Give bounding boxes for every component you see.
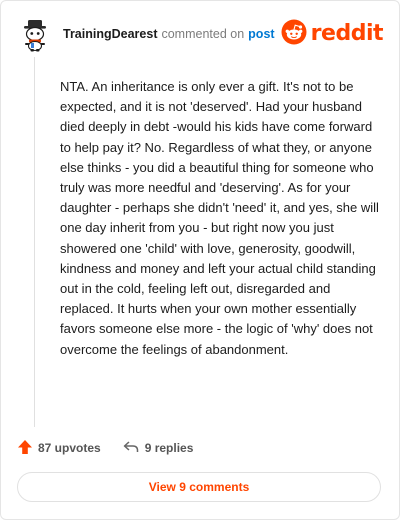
- reddit-logo-icon: [281, 19, 307, 50]
- reddit-brand[interactable]: reddit: [281, 19, 384, 50]
- comment-card: TrainingDearest commented on post reddit: [0, 0, 400, 520]
- comment-actions: 87 upvotes 9 replies: [17, 437, 383, 459]
- post-link[interactable]: post: [248, 27, 274, 41]
- commented-on-text: commented on: [161, 27, 245, 41]
- upvote-button[interactable]: 87 upvotes: [17, 439, 101, 458]
- view-comments-button[interactable]: View 9 comments: [17, 472, 381, 502]
- comment-meta: TrainingDearest commented on post: [63, 27, 275, 41]
- upvote-arrow-icon: [17, 439, 33, 458]
- upvote-count: 87 upvotes: [38, 441, 101, 455]
- snoo-avatar-icon[interactable]: [17, 16, 53, 52]
- replies-count: 9 replies: [144, 441, 194, 455]
- reply-arrow-icon: [123, 440, 139, 457]
- comment-header: TrainingDearest commented on post reddit: [17, 15, 384, 53]
- comment-body: NTA. An inheritance is only ever a gift.…: [60, 79, 379, 357]
- reddit-wordmark: reddit: [310, 21, 384, 46]
- thread-line: [34, 57, 35, 427]
- username-link[interactable]: TrainingDearest: [63, 27, 157, 41]
- replies-button[interactable]: 9 replies: [123, 440, 194, 457]
